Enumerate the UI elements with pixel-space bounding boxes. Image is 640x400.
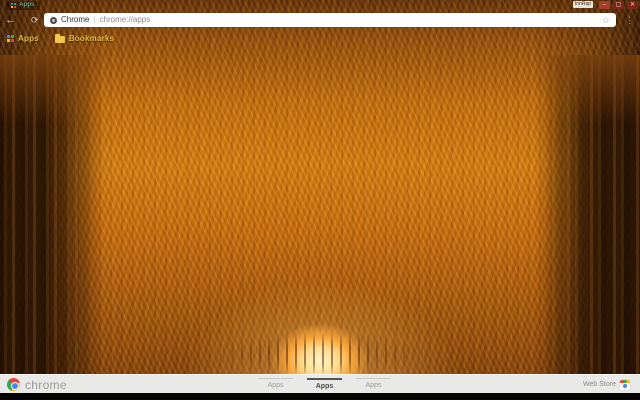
folder-icon <box>54 34 65 43</box>
favicon-square-yellow <box>11 6 13 8</box>
grid-square-yellow <box>7 39 10 42</box>
chrome-page-icon <box>50 16 57 24</box>
bookmark-label: Apps <box>18 34 39 43</box>
wallpaper-left-trunks <box>0 55 102 393</box>
navigation-toolbar: ← ⟳ Chrome | chrome://apps ☆ ⋮ <box>0 10 640 30</box>
bookmark-star-icon[interactable]: ☆ <box>602 15 610 25</box>
chrome-brand-label: chrome <box>25 377 67 392</box>
browser-tab-apps[interactable]: Apps <box>6 1 40 10</box>
omnibox-address-bar[interactable]: Chrome | chrome://apps ☆ <box>44 13 616 27</box>
pager-item-apps-3[interactable]: Apps <box>356 378 391 390</box>
pager-item-apps-1[interactable]: Apps <box>258 378 293 390</box>
grid-square-red <box>11 39 14 42</box>
chrome-logo-icon <box>7 378 20 391</box>
chrome-brand: chrome <box>7 375 67 394</box>
bookmark-label: Bookmarks <box>68 34 115 43</box>
tab-strip: Apps InnRap – ▢ ✕ <box>0 0 640 10</box>
maximize-button[interactable]: ▢ <box>613 1 624 9</box>
bookmark-item-bookmarks[interactable]: Bookmarks <box>54 34 115 43</box>
bottom-black-strip <box>0 393 640 400</box>
minimize-button[interactable]: – <box>599 1 610 9</box>
web-store-label: Web Store <box>583 381 616 388</box>
apps-page-footer: chrome Apps Apps Apps Web Store <box>0 374 640 393</box>
back-button[interactable]: ← <box>5 10 16 30</box>
close-button[interactable]: ✕ <box>627 1 638 9</box>
web-store-link[interactable]: Web Store <box>583 375 630 394</box>
pager-item-apps-2-selected[interactable]: Apps <box>307 378 342 390</box>
web-store-icon <box>620 379 630 390</box>
omnibox-site-label: Chrome <box>61 15 90 24</box>
tab-title: Apps <box>19 1 35 9</box>
apps-grid-icon <box>7 35 14 42</box>
apps-pager: Apps Apps Apps <box>258 378 391 390</box>
bookmarks-bar: Apps Bookmarks <box>0 30 640 47</box>
refresh-button[interactable]: ⟳ <box>31 10 39 30</box>
favicon-square-blue <box>11 3 13 5</box>
favicon-square-green <box>14 3 16 5</box>
bookmark-item-apps[interactable]: Apps <box>7 34 39 43</box>
favicon-square-red <box>14 6 16 8</box>
grid-square-green <box>11 35 14 38</box>
omnibox-separator: | <box>93 15 96 24</box>
menu-icon[interactable]: ⋮ <box>625 10 634 30</box>
watermark-badge: InnRap <box>572 1 593 8</box>
wallpaper-vanishing-trunks <box>205 262 435 377</box>
omnibox-url-text: chrome://apps <box>99 15 151 24</box>
browser-window: Apps InnRap – ▢ ✕ ← ⟳ Chrome | chrome://… <box>0 0 640 400</box>
grid-square-blue <box>7 35 10 38</box>
apps-grid-favicon-icon <box>11 3 16 8</box>
wallpaper-right-trunks <box>538 55 640 393</box>
theme-wallpaper-autumn-avenue <box>0 0 640 393</box>
